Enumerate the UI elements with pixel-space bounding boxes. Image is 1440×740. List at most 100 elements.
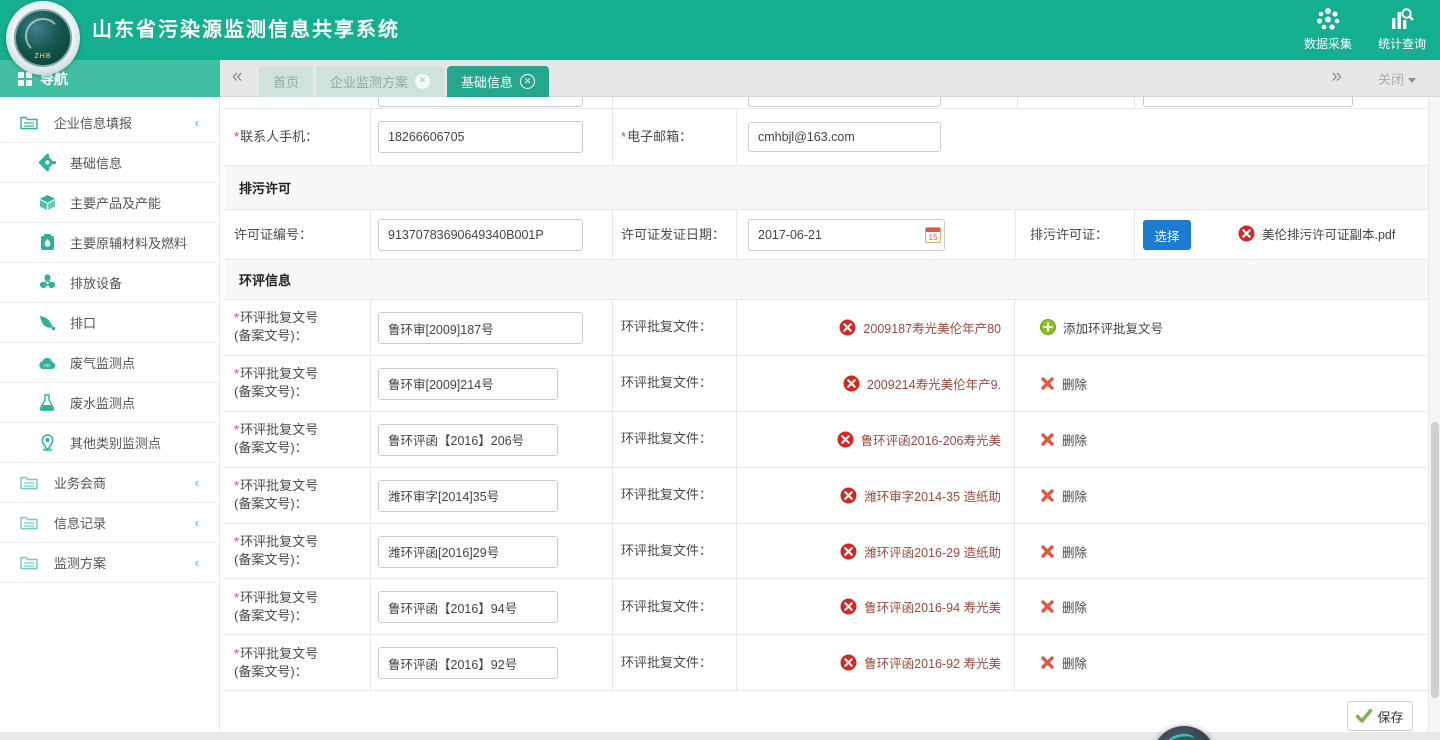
partial-input[interactable]	[1143, 97, 1353, 107]
eia-doc-no-input[interactable]	[378, 536, 558, 568]
delete-cross-icon	[1040, 599, 1055, 614]
eia-file-name[interactable]: 鲁环评函2016-92 寿光美	[864, 653, 1001, 672]
eia-doc-no-input[interactable]	[378, 647, 558, 679]
main-content: *联系人手机： *电子邮箱： 排污许可 许可证编号： 许可证发证日期： 排污许可…	[220, 97, 1440, 733]
contact-email-label: *电子邮箱：	[621, 109, 692, 165]
sidebar: 企业信息填报 ‹ 基础信息 主要产品及产能 主要原辅材料及燃料 排放设备 排口	[0, 97, 220, 733]
scrollbar-thumb[interactable]	[1431, 422, 1439, 698]
eia-file-name[interactable]: 潍环评函2016-29 造纸助	[864, 542, 1001, 561]
app-title: 山东省污染源监测信息共享系统	[92, 0, 400, 60]
fan-icon	[38, 274, 56, 292]
sidebar-item-monitoring-plan[interactable]: 监测方案 ‹	[0, 543, 219, 583]
tab-enterprise-monitoring-plan-label: 企业监测方案	[330, 72, 408, 91]
map-pin-icon	[38, 434, 56, 452]
eia-doc-label: *环评批复文号 (备案文号)：	[234, 579, 318, 634]
eia-doc-no-input[interactable]	[378, 424, 558, 456]
tab-home-label: 首页	[273, 72, 299, 91]
eia-file-link[interactable]: 潍环审字2014-35 造纸助	[840, 486, 1001, 505]
calendar-icon[interactable]	[925, 227, 941, 243]
tab-home[interactable]: 首页	[259, 66, 313, 97]
remove-file-icon[interactable]	[840, 487, 857, 504]
close-tabs-label: 关闭	[1378, 72, 1404, 87]
contact-phone-input[interactable]	[378, 121, 583, 153]
permit-no-input[interactable]	[378, 219, 583, 251]
dots-cluster-icon	[1315, 6, 1341, 32]
cube-icon	[38, 194, 56, 212]
sidebar-item-outfall[interactable]: 排口	[0, 303, 219, 343]
fuel-icon	[38, 234, 56, 252]
sidebar-item-other-monitoring-points[interactable]: 其他类别监测点	[0, 423, 219, 463]
eia-file-link[interactable]: 2009214寿光美伦年产9.	[843, 374, 1001, 393]
eia-file-link[interactable]: 鲁环评函2016-94 寿光美	[840, 597, 1001, 616]
data-collection-button[interactable]: 数据采集	[1304, 6, 1352, 52]
remove-file-icon[interactable]	[839, 319, 856, 336]
partial-input[interactable]	[748, 97, 941, 107]
remove-file-icon[interactable]	[837, 431, 854, 448]
tab-close-icon[interactable]: ✕	[520, 74, 535, 89]
sidebar-item-raw-materials-fuel[interactable]: 主要原辅材料及燃料	[0, 223, 219, 263]
remove-file-icon[interactable]	[843, 375, 860, 392]
delete-eia-row-button[interactable]: 删除	[1040, 430, 1087, 449]
eia-doc-no-input[interactable]	[378, 312, 583, 344]
eia-file-link[interactable]: 鲁环评函2016-92 寿光美	[840, 653, 1001, 672]
delete-eia-row-button[interactable]: 删除	[1040, 486, 1087, 505]
save-button[interactable]: 保存	[1347, 701, 1413, 731]
eia-row: *环评批复文号 (备案文号)： 环评批复文件： 鲁环评函2016-92 寿光美 …	[225, 635, 1428, 691]
tab-close-icon[interactable]: ✕	[415, 74, 430, 89]
eia-file-link[interactable]: 潍环评函2016-29 造纸助	[840, 542, 1001, 561]
outfall-icon	[38, 314, 56, 332]
delete-cross-icon	[1040, 544, 1055, 559]
tab-basic-info[interactable]: 基础信息 ✕	[447, 66, 549, 97]
add-circle-icon	[1040, 319, 1056, 335]
permit-file-link[interactable]: 美伦排污许可证副本.pdf	[1238, 224, 1395, 243]
eia-doc-no-input[interactable]	[378, 591, 558, 623]
sidebar-item-enterprise-info-filling[interactable]: 企业信息填报 ‹	[0, 103, 219, 143]
eia-file-link[interactable]: 2009187寿光美伦年产80	[839, 318, 1001, 337]
eia-file-name[interactable]: 鲁环评函2016-206寿光美	[861, 430, 1001, 449]
permit-date-input[interactable]	[748, 219, 945, 251]
permit-section-title: 排污许可	[225, 166, 1428, 210]
remove-file-icon[interactable]	[1238, 225, 1255, 242]
scroll-tabs-right-icon[interactable]: »	[1331, 66, 1342, 88]
eia-row: *环评批复文号 (备案文号)： 环评批复文件： 潍环审字2014-35 造纸助 …	[225, 468, 1428, 524]
eia-file-link[interactable]: 鲁环评函2016-206寿光美	[837, 430, 1001, 449]
add-eia-row-button[interactable]: 添加环评批复文号	[1040, 318, 1163, 337]
sidebar-item-label: 监测方案	[54, 553, 106, 572]
choose-file-button[interactable]: 选择	[1143, 220, 1191, 250]
sidebar-item-label: 排口	[70, 313, 96, 332]
eia-doc-no-input[interactable]	[378, 480, 558, 512]
permit-file-name[interactable]: 美伦排污许可证副本.pdf	[1262, 224, 1395, 243]
delete-eia-row-button[interactable]: 删除	[1040, 542, 1087, 561]
eia-file-name[interactable]: 潍环审字2014-35 造纸助	[864, 486, 1001, 505]
sidebar-item-info-records[interactable]: 信息记录 ‹	[0, 503, 219, 543]
eia-file-name[interactable]: 鲁环评函2016-94 寿光美	[864, 597, 1001, 616]
sidebar-item-emission-equipment[interactable]: 排放设备	[0, 263, 219, 303]
remove-file-icon[interactable]	[840, 543, 857, 560]
scroll-tabs-left-icon[interactable]: «	[232, 66, 243, 88]
tab-strip: 导航 « 首页 企业监测方案 ✕ 基础信息 ✕ » 关闭	[0, 60, 1440, 97]
sidebar-item-business-consultation[interactable]: 业务会商 ‹	[0, 463, 219, 503]
sidebar-item-waste-water-points[interactable]: 废水监测点	[0, 383, 219, 423]
remove-file-icon[interactable]	[840, 598, 857, 615]
remove-file-icon[interactable]	[840, 654, 857, 671]
sidebar-item-main-products[interactable]: 主要产品及产能	[0, 183, 219, 223]
sidebar-item-basic-info[interactable]: 基础信息	[0, 143, 219, 183]
vertical-scrollbar[interactable]	[1428, 97, 1440, 740]
contact-email-input[interactable]	[748, 122, 941, 152]
folder-icon	[20, 114, 38, 132]
partial-input[interactable]	[378, 97, 583, 107]
delete-eia-row-button[interactable]: 删除	[1040, 653, 1087, 672]
check-icon	[1356, 709, 1372, 723]
statistics-query-button[interactable]: 统计查询	[1378, 6, 1426, 52]
close-tabs-menu[interactable]: 关闭	[1378, 69, 1416, 88]
delete-eia-row-button[interactable]: 删除	[1040, 597, 1087, 616]
delete-eia-row-button[interactable]: 删除	[1040, 374, 1087, 393]
eia-file-name[interactable]: 2009187寿光美伦年产80	[863, 318, 1001, 337]
sidebar-item-label: 信息记录	[54, 513, 106, 532]
chevron-collapse-icon: ‹	[195, 515, 199, 530]
tab-enterprise-monitoring-plan[interactable]: 企业监测方案 ✕	[316, 66, 444, 97]
eia-doc-no-input[interactable]	[378, 368, 558, 400]
eia-file-name[interactable]: 2009214寿光美伦年产9.	[867, 374, 1001, 393]
sidebar-item-waste-gas-points[interactable]: co 废气监测点	[0, 343, 219, 383]
chevron-collapse-icon: ‹	[195, 115, 199, 130]
